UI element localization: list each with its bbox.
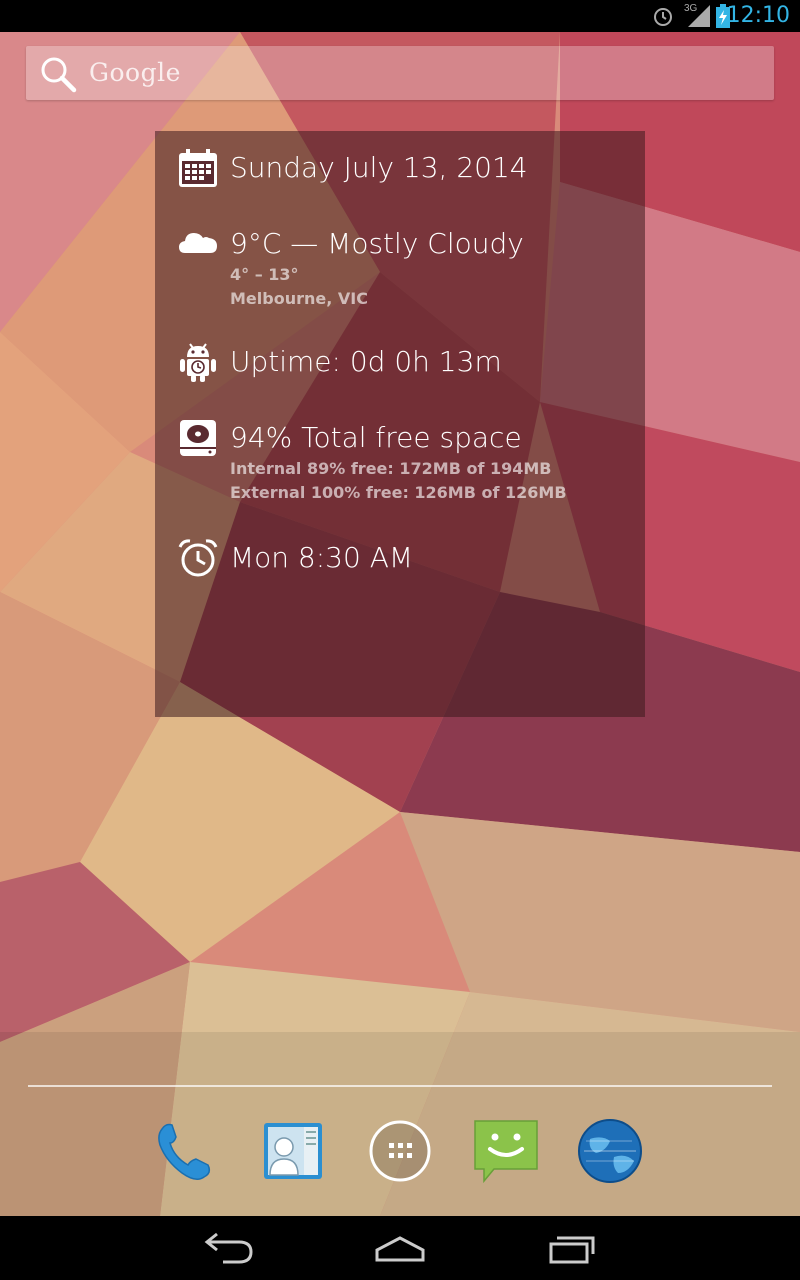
back-icon[interactable] xyxy=(195,1230,265,1266)
alarm-text: Mon 8:30 AM xyxy=(230,541,414,574)
storage-main: 94% Total free space xyxy=(230,421,522,454)
google-search-bar[interactable]: Google xyxy=(26,46,774,100)
signal-icon xyxy=(688,5,710,27)
storage-drive-icon xyxy=(180,420,216,456)
alarm-icon xyxy=(654,8,672,26)
alarm-clock-icon xyxy=(178,539,218,577)
messaging-icon[interactable] xyxy=(472,1117,540,1185)
storage-external: External 100% free: 126MB of 126MB xyxy=(230,483,567,502)
browser-icon[interactable] xyxy=(576,1117,644,1185)
app-drawer-icon[interactable] xyxy=(366,1117,434,1185)
search-label: Google xyxy=(89,58,181,87)
home-icon[interactable] xyxy=(365,1230,435,1266)
search-icon xyxy=(41,57,77,93)
storage-internal: Internal 89% free: 172MB of 194MB xyxy=(230,459,552,478)
contacts-icon[interactable] xyxy=(258,1117,326,1185)
recents-icon[interactable] xyxy=(535,1230,605,1266)
status-clock: 12:10 xyxy=(726,3,790,28)
android-icon xyxy=(180,343,216,382)
weather-range: 4° – 13° xyxy=(230,265,299,284)
status-bar: 3G 12:10 xyxy=(0,0,800,32)
calendar-icon xyxy=(179,149,217,187)
cloud-icon xyxy=(179,233,217,253)
dock-divider xyxy=(28,1085,772,1087)
weather-location: Melbourne, VIC xyxy=(230,289,368,308)
phone-icon[interactable] xyxy=(152,1117,220,1185)
info-widget[interactable]: Sunday July 13, 2014 9°C — Mostly Cloudy… xyxy=(155,131,645,717)
date-text: Sunday July 13, 2014 xyxy=(230,151,528,184)
navigation-bar xyxy=(0,1216,800,1280)
uptime-text: Uptime: 0d 0h 13m xyxy=(230,345,502,378)
weather-main: 9°C — Mostly Cloudy xyxy=(230,227,524,260)
